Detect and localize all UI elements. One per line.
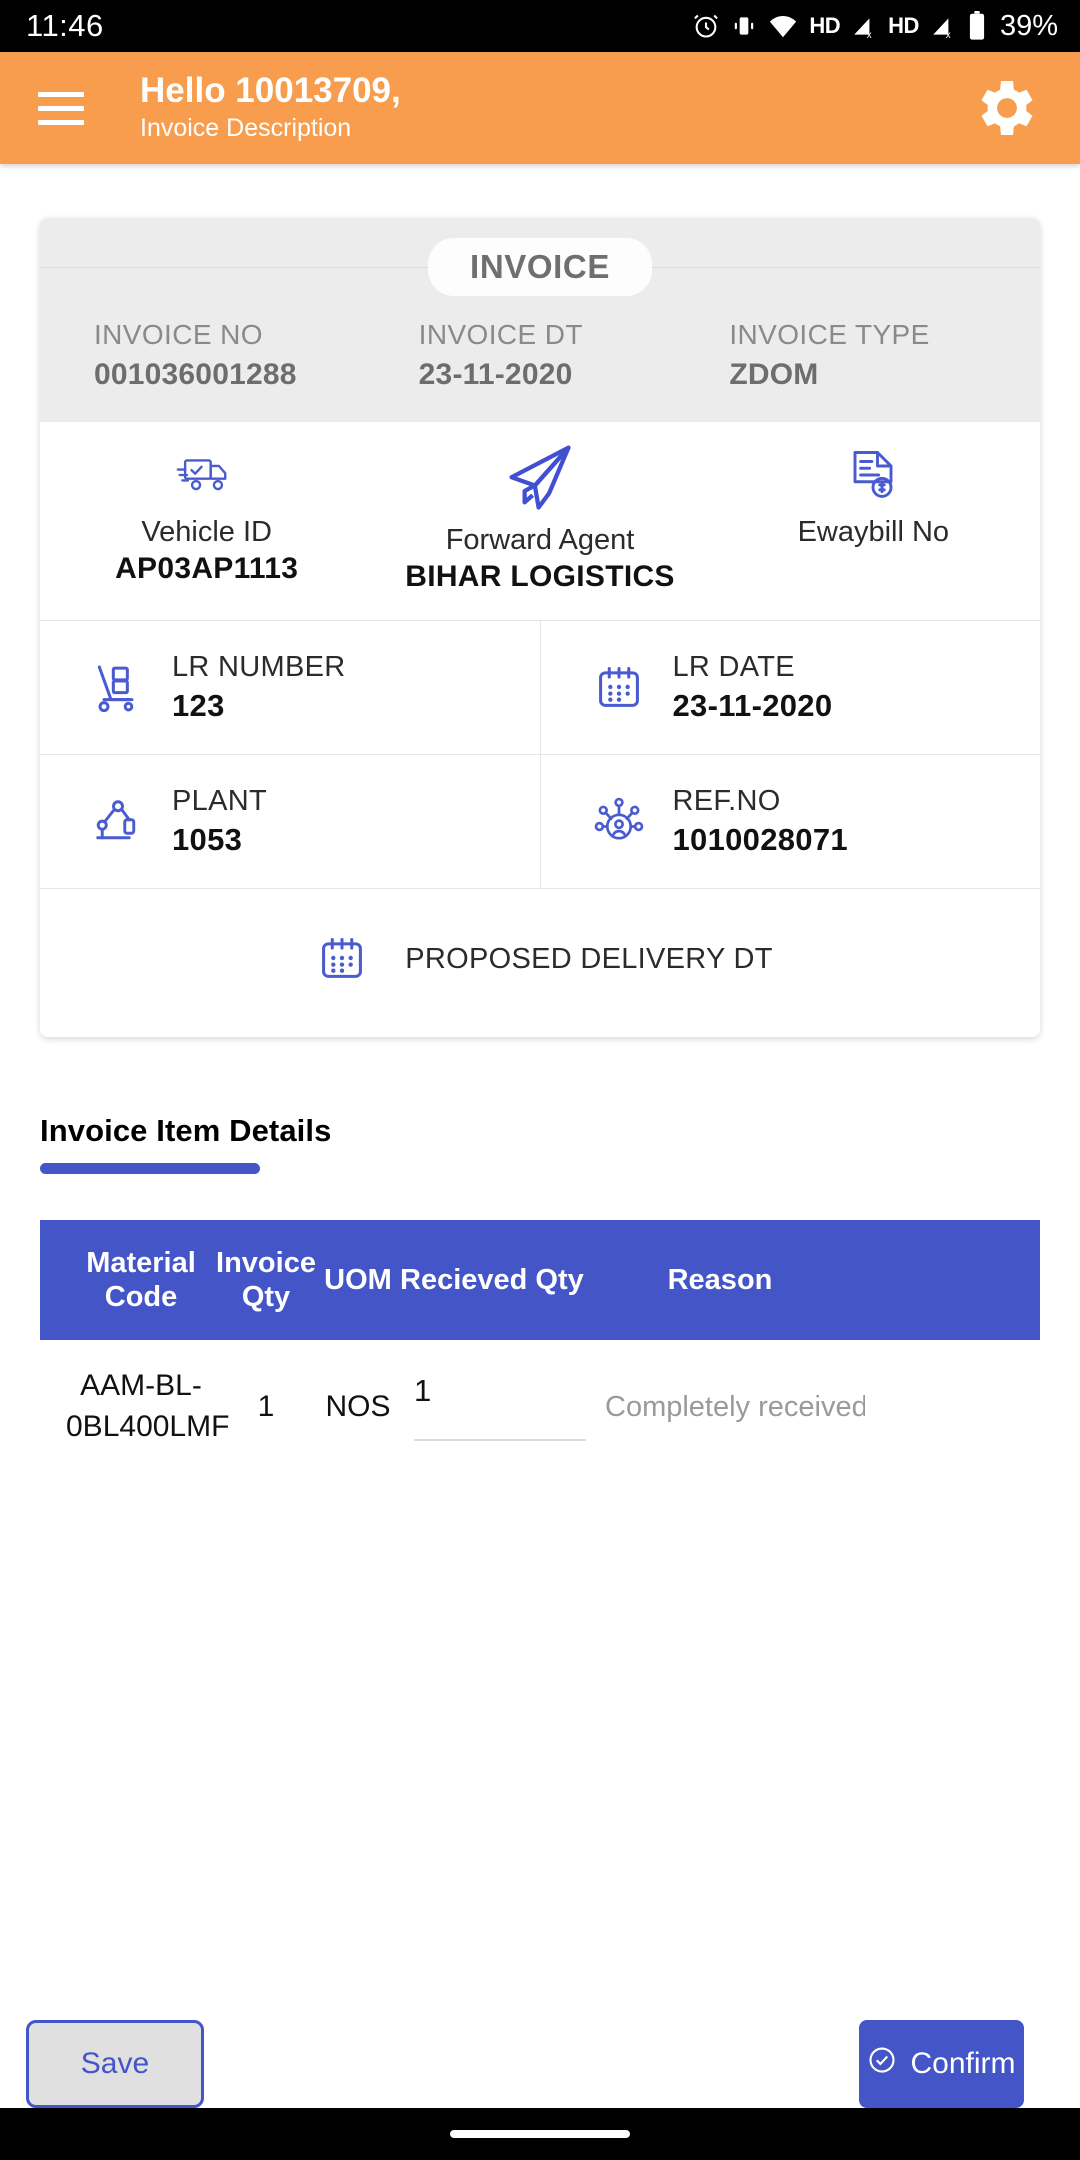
invoice-card: INVOICE INVOICE NO 001036001288 INVOICE … [40, 218, 1041, 1038]
network-user-icon [575, 795, 663, 849]
invoice-type-field: INVOICE TYPE ZDOM [729, 316, 1040, 392]
confirm-label: Confirm [910, 2047, 1016, 2080]
column-header-material-code: Material Code [86, 1247, 196, 1314]
greeting-text: Hello 10013709, [140, 71, 401, 111]
section-underline [40, 1163, 260, 1175]
battery-icon [967, 11, 987, 41]
cell-invoice-qty: 1 [257, 1390, 275, 1424]
vibrate-icon [731, 13, 757, 39]
ewaybill-doc-icon [713, 444, 1034, 506]
cell-uom: NOS [325, 1390, 391, 1424]
save-button[interactable]: Save [26, 2020, 204, 2108]
paper-plane-icon [379, 444, 700, 514]
forward-agent-cell: Forward Agent BIHAR LOGISTICS [373, 422, 706, 620]
footer-actions: Save Confirm [0, 2020, 1080, 2108]
battery-percent: 39% [999, 9, 1058, 42]
home-gesture-pill[interactable] [450, 2130, 630, 2138]
invoice-card-header: INVOICE INVOICE NO 001036001288 INVOICE … [40, 218, 1040, 422]
app-bar: Hello 10013709, Invoice Description [0, 52, 1080, 164]
hd-label-2: HD [888, 13, 919, 38]
page-subtitle: Invoice Description [140, 114, 352, 143]
plant-text: PLANT 1053 [172, 785, 267, 858]
lr-row: LR NUMBER 123 LR DATE 23-11-2020 [40, 621, 1041, 756]
wifi-icon [768, 13, 798, 39]
forward-agent-label: Forward Agent [445, 523, 635, 556]
truck-check-icon [46, 444, 367, 506]
invoice-dt-field: INVOICE DT 23-11-2020 [405, 316, 730, 392]
ewaybill-label: Ewaybill No [797, 515, 950, 548]
proposed-delivery-row[interactable]: PROPOSED DELIVERY DT [40, 889, 1040, 1038]
lr-date-value: 23-11-2020 [672, 688, 833, 724]
invoice-type-label: INVOICE TYPE [729, 319, 930, 350]
column-header-reason: Reason [667, 1264, 773, 1297]
lr-number-value: 123 [172, 688, 225, 724]
cell-material-code: AAM-BL-0BL400LMF [66, 1369, 230, 1444]
vehicle-id-label: Vehicle ID [141, 515, 272, 548]
ref-no-cell: REF.NO 1010028071 [539, 755, 1041, 889]
main-content: INVOICE INVOICE NO 001036001288 INVOICE … [0, 218, 1080, 1467]
plant-label: PLANT [172, 785, 267, 818]
invoice-type-value: ZDOM [729, 357, 819, 391]
invoice-no-value: 001036001288 [94, 357, 297, 391]
hand-truck-icon [74, 660, 162, 716]
robot-arm-icon [74, 795, 162, 849]
lr-date-label: LR DATE [672, 651, 795, 684]
section-heading: Invoice Item Details [40, 1113, 332, 1149]
hamburger-menu-icon[interactable] [38, 91, 84, 125]
recieved-qty-input[interactable]: 1 [414, 1373, 586, 1442]
ref-no-value: 1010028071 [672, 822, 848, 858]
ref-no-label: REF.NO [672, 785, 781, 818]
signal-off-icon: x [851, 13, 877, 39]
status-bar-clock: 11:46 [26, 8, 104, 43]
lr-date-cell: LR DATE 23-11-2020 [539, 621, 1041, 755]
signal-off-icon: x [930, 13, 956, 39]
plant-ref-row: PLANT 1053 REF.NO 1010028071 [40, 755, 1041, 890]
hd-label-1: HD [809, 13, 841, 38]
invoice-no-field: INVOICE NO 001036001288 [40, 316, 405, 392]
proposed-delivery-label: PROPOSED DELIVERY DT [405, 942, 773, 975]
app-bar-titles: Hello 10013709, Invoice Description [140, 71, 968, 145]
table-header-row: Material Code Invoice Qty UOM Recieved Q… [40, 1220, 1040, 1341]
invoice-header-fields: INVOICE NO 001036001288 INVOICE DT 23-11… [40, 290, 1040, 422]
vehicle-id-cell: Vehicle ID AP03AP1113 [40, 422, 373, 620]
column-header-recieved-qty: Recieved Qty [400, 1264, 584, 1297]
status-bar: 11:46 HD x HD x 39% [0, 0, 1080, 52]
ref-no-text: REF.NO 1010028071 [673, 785, 848, 858]
calendar-icon [307, 933, 377, 985]
gear-icon[interactable] [968, 72, 1040, 144]
forward-agent-value: BIHAR LOGISTICS [405, 560, 675, 594]
check-circle-icon [867, 2045, 897, 2083]
invoice-pill-row: INVOICE [40, 238, 1040, 296]
svg-text:x: x [946, 30, 951, 39]
phone-screen: 11:46 HD x HD x 39% Hello 10013709, Invo… [0, 0, 1080, 2160]
invoice-item-table: Material Code Invoice Qty UOM Recieved Q… [40, 1220, 1040, 1467]
lr-number-label: LR NUMBER [172, 651, 346, 684]
svg-text:x: x [867, 30, 872, 39]
confirm-button[interactable]: Confirm [859, 2020, 1024, 2108]
lr-date-text: LR DATE 23-11-2020 [673, 651, 833, 724]
invoice-dt-label: INVOICE DT [418, 319, 583, 350]
status-bar-icons: HD x HD x 39% [692, 10, 1058, 43]
plant-cell: PLANT 1053 [40, 755, 540, 888]
transport-row: Vehicle ID AP03AP1113 Forward Agent BIHA… [40, 421, 1040, 622]
column-header-uom: UOM [324, 1264, 392, 1297]
table-row: AAM-BL-0BL400LMF 1 NOS 1 Completely rece… [40, 1340, 1040, 1467]
invoice-no-label: INVOICE NO [94, 319, 263, 350]
plant-value: 1053 [172, 822, 243, 858]
invoice-badge: INVOICE [428, 238, 652, 296]
ewaybill-cell: Ewaybill No [707, 422, 1040, 620]
cell-reason: Completely received [605, 1390, 865, 1423]
invoice-dt-value: 23-11-2020 [418, 357, 573, 391]
calendar-icon [575, 662, 663, 714]
column-header-invoice-qty: Invoice Qty [216, 1247, 316, 1314]
invoice-item-section: Invoice Item Details [40, 1113, 1040, 1175]
cell-recieved-qty: 1 [400, 1373, 605, 1442]
alarm-icon [692, 12, 720, 40]
lr-number-text: LR NUMBER 123 [172, 651, 346, 724]
lr-number-cell: LR NUMBER 123 [40, 621, 540, 754]
vehicle-id-value: AP03AP1113 [115, 552, 299, 586]
system-nav-bar [0, 2108, 1080, 2160]
